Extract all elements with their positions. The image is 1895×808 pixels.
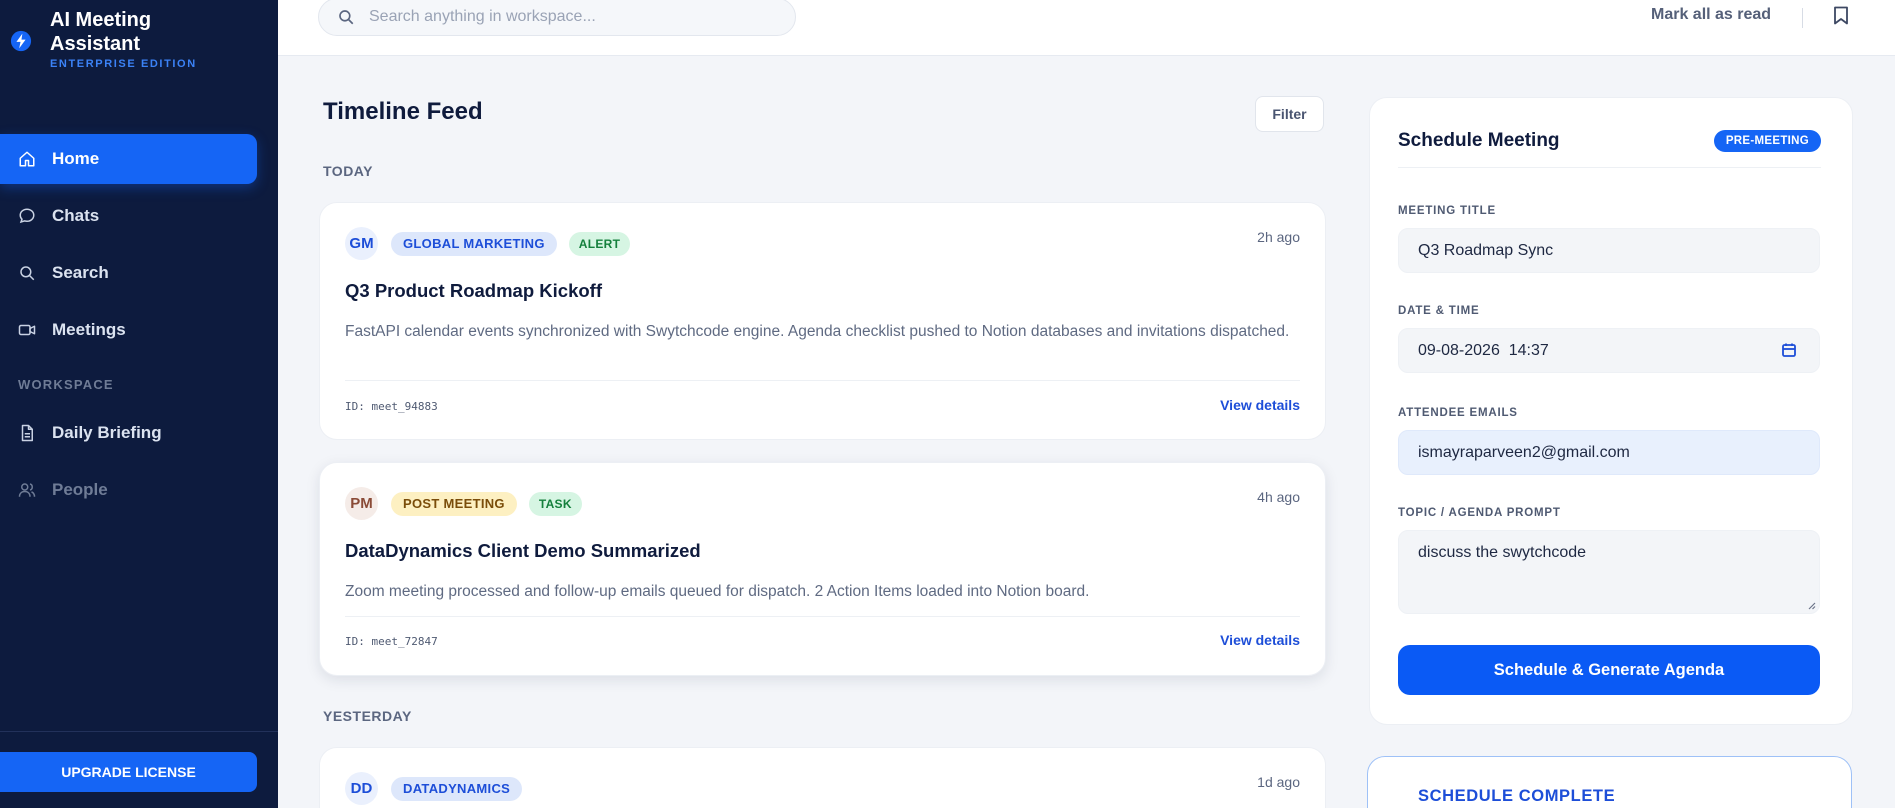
panel-title: Schedule Meeting [1398, 130, 1560, 151]
search-icon [339, 10, 354, 25]
card-header: GM GLOBAL MARKETING ALERT [345, 227, 642, 260]
card-title: DataDynamics Client Demo Summarized [345, 540, 701, 561]
bookmark-icon[interactable] [1833, 6, 1849, 25]
meeting-id: ID: meet_72847 [345, 635, 438, 648]
app-title: AI Meeting Assistant [50, 9, 152, 55]
mark-all-read-button[interactable]: Mark all as read [1651, 6, 1771, 24]
card-title: Q3 Product Roadmap Kickoff [345, 280, 602, 301]
card-timestamp: 1d ago [1257, 774, 1300, 790]
nav-label: Search [52, 263, 109, 282]
main-nav: Home Chats Search Meetings WORKSPACE Dai… [0, 134, 257, 522]
datetime-value: 09-08-2026 14:37 [1418, 341, 1549, 359]
workspace-search[interactable] [318, 0, 796, 36]
timeline-card[interactable]: PM POST MEETING TASK 4h ago DataDynamics… [319, 462, 1326, 676]
nav-label: People [52, 480, 108, 499]
group-label-yesterday: YESTERDAY [323, 708, 412, 724]
schedule-generate-agenda-button[interactable]: Schedule & Generate Agenda [1398, 645, 1820, 695]
home-icon [19, 151, 35, 167]
search-icon [20, 266, 35, 281]
search-input[interactable] [369, 8, 769, 26]
brand: AI Meeting Assistant ENTERPRISE EDITION [10, 8, 197, 70]
category-tag: DATADYNAMICS [391, 776, 523, 801]
card-timestamp: 4h ago [1257, 489, 1300, 505]
chat-icon [19, 208, 35, 224]
nav-label: Meetings [52, 320, 126, 339]
nav-item-daily-briefing[interactable]: Daily Briefing [0, 408, 257, 458]
sidebar: AI Meeting Assistant ENTERPRISE EDITION … [0, 0, 278, 808]
upgrade-license-button[interactable]: UPGRADE LICENSE [0, 752, 257, 792]
avatar: DD [345, 772, 378, 805]
resize-handle-icon[interactable] [1807, 601, 1816, 610]
meeting-title-input[interactable]: Q3 Roadmap Sync [1398, 228, 1820, 273]
topbar-separator [1802, 8, 1803, 28]
nav-label: Daily Briefing [52, 423, 162, 442]
schedule-meeting-panel: Schedule Meeting PRE-MEETING MEETING TIT… [1369, 97, 1853, 725]
pre-meeting-badge: PRE-MEETING [1713, 130, 1821, 152]
schedule-complete-title: SCHEDULE COMPLETE [1418, 787, 1616, 805]
nav-item-search[interactable]: Search [0, 248, 257, 298]
video-icon [18, 324, 36, 336]
schedule-complete-panel: SCHEDULE COMPLETE [1367, 756, 1852, 808]
app-edition: ENTERPRISE EDITION [50, 58, 197, 70]
nav-label: Home [52, 149, 100, 168]
card-header: DD DATADYNAMICS [345, 772, 534, 805]
nav-item-meetings[interactable]: Meetings [0, 305, 257, 355]
datetime-label: DATE & TIME [1398, 305, 1480, 317]
view-details-link[interactable]: View details [1220, 397, 1300, 413]
category-tag: GLOBAL MARKETING [391, 231, 557, 256]
card-divider [345, 616, 1300, 617]
topic-textarea[interactable]: discuss the swytchcode [1398, 530, 1820, 614]
meeting-id: ID: meet_94883 [345, 400, 438, 413]
filter-button[interactable]: Filter [1255, 96, 1324, 132]
attendee-emails-input[interactable]: ismayraparveen2@gmail.com [1398, 430, 1820, 475]
topic-label: TOPIC / AGENDA PROMPT [1398, 507, 1561, 519]
card-description: Zoom meeting processed and follow-up ema… [345, 583, 1090, 600]
card-divider [345, 380, 1300, 381]
feed-title: Timeline Feed [323, 98, 483, 125]
card-description: FastAPI calendar events synchronized wit… [345, 323, 1290, 340]
card-timestamp: 2h ago [1257, 229, 1300, 245]
category-tag: POST MEETING [391, 491, 517, 516]
document-icon [21, 424, 33, 442]
avatar: PM [345, 487, 378, 520]
card-header: PM POST MEETING TASK [345, 487, 594, 520]
top-bar: Mark all as read [278, 0, 1895, 56]
nav-item-chats[interactable]: Chats [0, 191, 257, 241]
avatar: GM [345, 227, 378, 260]
group-label-today: TODAY [323, 163, 373, 179]
type-tag: TASK [528, 491, 582, 516]
calendar-icon[interactable] [1781, 342, 1797, 358]
panel-divider [1398, 167, 1821, 168]
workspace-section-label: WORKSPACE [18, 377, 114, 392]
meeting-title-label: MEETING TITLE [1398, 205, 1496, 217]
topic-value: discuss the swytchcode [1418, 544, 1587, 561]
people-icon [18, 483, 36, 497]
type-tag: ALERT [568, 231, 631, 256]
nav-item-people[interactable]: People [0, 465, 257, 515]
datetime-input[interactable]: 09-08-2026 14:37 [1398, 328, 1820, 373]
nav-item-home[interactable]: Home [0, 134, 257, 184]
timeline-card[interactable]: DD DATADYNAMICS 1d ago [319, 747, 1326, 808]
attendees-label: ATTENDEE EMAILS [1398, 407, 1518, 419]
sidebar-divider [0, 731, 278, 732]
lightning-logo-icon [10, 30, 32, 52]
view-details-link[interactable]: View details [1220, 632, 1300, 648]
nav-label: Chats [52, 206, 100, 225]
timeline-card[interactable]: GM GLOBAL MARKETING ALERT 2h ago Q3 Prod… [319, 202, 1326, 440]
